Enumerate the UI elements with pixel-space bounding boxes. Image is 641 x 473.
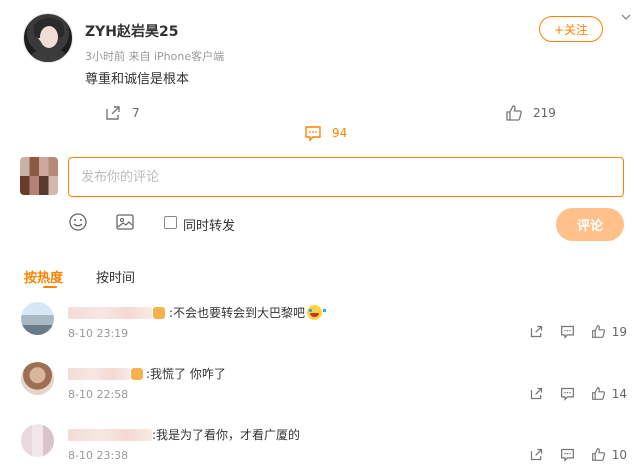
- image-icon[interactable]: [115, 212, 135, 232]
- comment-sort-tabs: 按热度 按时间: [0, 262, 641, 288]
- comment-item: :我慌了 你咋了 8-10 22:58 14: [0, 360, 641, 418]
- commenter-name-blurred[interactable]: [68, 307, 152, 319]
- comment-text: :我是为了看你，才看广厦的: [152, 428, 301, 442]
- comment-like-count: 19: [611, 324, 627, 339]
- repost-icon[interactable]: [529, 324, 544, 339]
- comment-time: 8-10 23:19: [68, 327, 129, 340]
- thumbs-up-icon: [591, 325, 605, 338]
- repost-icon[interactable]: [529, 386, 544, 401]
- comment-text: :不会也要转会到大巴黎吧: [169, 304, 327, 321]
- comment-composer: 同时转发 评论: [0, 152, 641, 247]
- repost-count: 7: [132, 106, 140, 120]
- author-avatar[interactable]: [23, 13, 73, 63]
- current-user-avatar: [20, 157, 58, 195]
- comment-item: :不会也要转会到大巴黎吧 8-10 23:19 19: [0, 298, 641, 356]
- emoji-icon[interactable]: [68, 212, 88, 232]
- commenter-avatar[interactable]: [21, 424, 54, 457]
- post-header: ZYH赵岩昊25 3小时前 来自 iPhone客户端 尊重和诚信是根本 +关注: [0, 0, 641, 100]
- post-time: 3小时前: [85, 50, 125, 63]
- reply-icon[interactable]: [560, 447, 575, 462]
- comment-like-button[interactable]: 14: [591, 386, 627, 401]
- thumbs-up-icon: [591, 387, 605, 400]
- reply-icon[interactable]: [560, 324, 575, 339]
- repost-icon: [106, 106, 120, 120]
- comment-like-count: 10: [611, 447, 627, 462]
- crying-emoji-icon: [307, 305, 327, 320]
- commenter-name-blurred[interactable]: [68, 429, 152, 441]
- reply-icon[interactable]: [560, 386, 575, 401]
- post-source: 来自 iPhone客户端: [128, 50, 225, 63]
- comment-actions: 14: [529, 386, 627, 401]
- comment-actions: 19: [529, 324, 627, 339]
- comment-like-button[interactable]: 10: [591, 447, 627, 462]
- comment-icon: [305, 126, 321, 142]
- repost-button[interactable]: 7: [104, 104, 140, 122]
- repost-checkbox-label[interactable]: 同时转发: [183, 215, 235, 234]
- active-tab-underline: [43, 286, 57, 288]
- comment-time: 8-10 23:38: [68, 449, 129, 462]
- comment-input[interactable]: [68, 157, 624, 197]
- comment-count: 94: [332, 126, 348, 140]
- commenter-avatar[interactable]: [21, 302, 54, 335]
- post-meta: 3小时前 来自 iPhone客户端: [85, 48, 224, 64]
- thumbs-up-icon: [591, 448, 605, 461]
- comment-text-content: :不会也要转会到大巴黎吧: [169, 306, 306, 320]
- chevron-down-icon[interactable]: [621, 12, 631, 22]
- avatar-face: [40, 26, 58, 48]
- comment-like-count: 14: [611, 386, 627, 401]
- post-action-bar: 7 94 219: [0, 104, 641, 142]
- comment-text: :我慌了 你咋了: [146, 367, 226, 381]
- commenter-avatar[interactable]: [21, 362, 54, 395]
- tab-sort-time[interactable]: 按时间: [96, 267, 135, 286]
- like-count: 219: [533, 106, 556, 120]
- comment-time: 8-10 22:58: [68, 388, 129, 401]
- author-username[interactable]: ZYH赵岩昊25: [85, 21, 179, 41]
- comment-item: :我是为了看你，才看广厦的 8-10 23:38 10: [0, 420, 641, 473]
- repost-icon[interactable]: [529, 447, 544, 462]
- like-button[interactable]: 219: [505, 104, 556, 122]
- comment-actions: 10: [529, 447, 627, 462]
- commenter-name-blurred[interactable]: [68, 368, 130, 380]
- repost-checkbox[interactable]: [164, 216, 177, 229]
- vip-badge-icon: [131, 368, 143, 380]
- follow-button[interactable]: +关注: [539, 16, 603, 42]
- comment-like-button[interactable]: 19: [591, 324, 627, 339]
- thumbs-up-icon: [506, 105, 522, 121]
- vip-badge-icon: [153, 307, 165, 319]
- tab-sort-hot[interactable]: 按热度: [24, 267, 63, 286]
- post-text: 尊重和诚信是根本: [85, 72, 190, 87]
- submit-comment-button[interactable]: 评论: [556, 208, 624, 241]
- avatar-body: [30, 48, 68, 62]
